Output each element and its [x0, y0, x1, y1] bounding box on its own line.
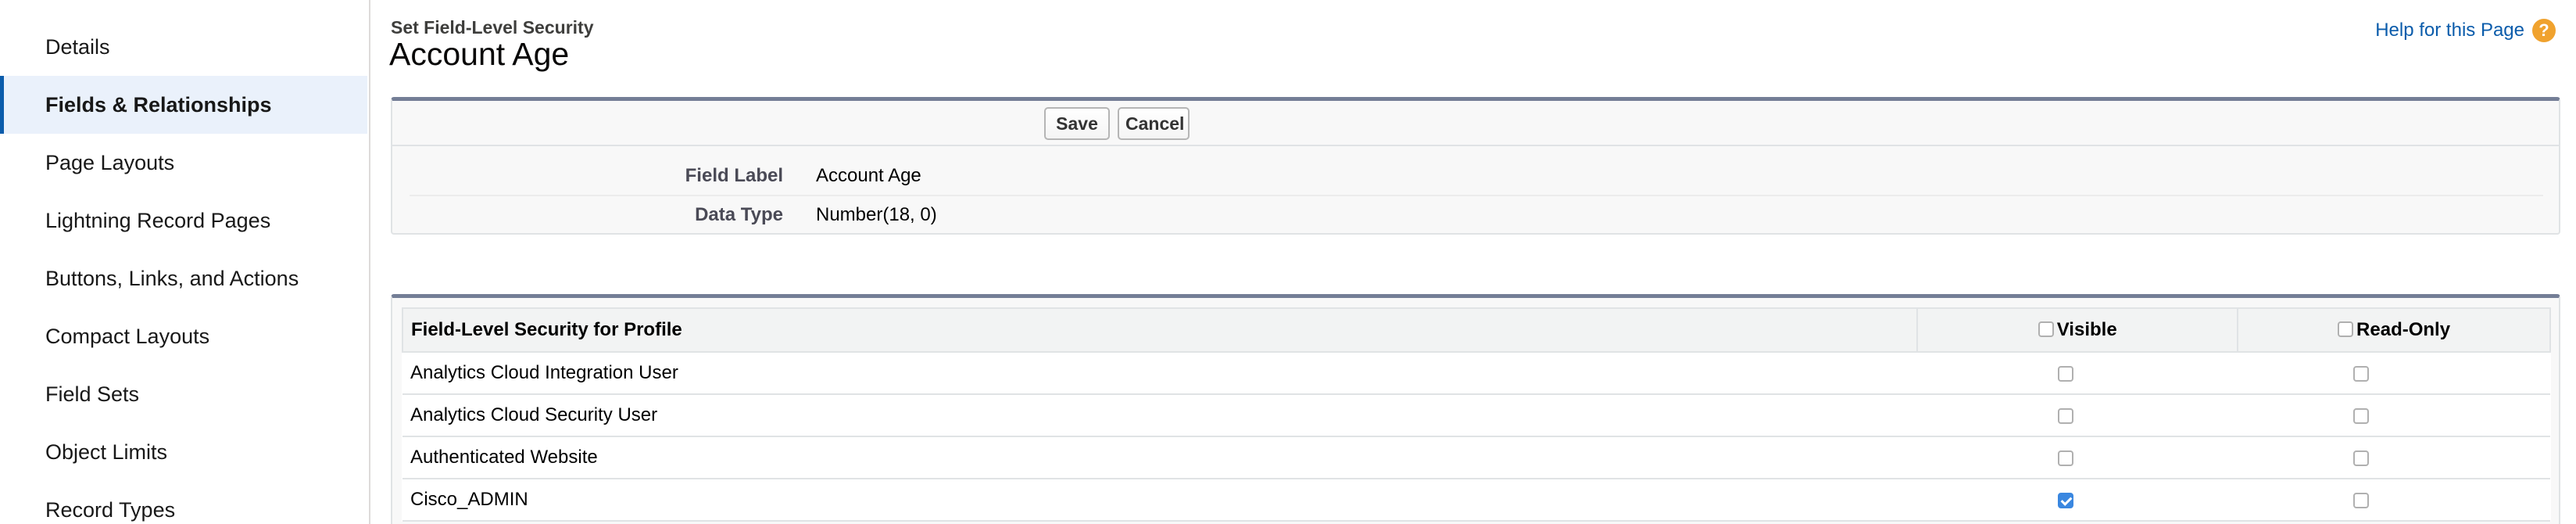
sidebar-item-label: Buttons, Links, and Actions: [45, 266, 299, 290]
sidebar-item-lightning-record-pages[interactable]: Lightning Record Pages: [0, 192, 367, 249]
table-row: Analytics Cloud Integration User: [402, 351, 2550, 395]
visible-column-header: Visible: [1916, 307, 2239, 353]
object-manager-sidebar: Details Fields & Relationships Page Layo…: [0, 0, 370, 524]
read-only-cell: [2238, 478, 2550, 522]
sidebar-item-label: Field Sets: [45, 382, 140, 406]
button-row: Save Cancel: [392, 101, 2559, 146]
read-only-checkbox[interactable]: [2353, 365, 2369, 382]
field-label-row: Field Label Account Age: [410, 156, 2543, 196]
main-content: Set Field-Level Security Account Age Hel…: [370, 0, 2576, 524]
visible-column-label: Visible: [2056, 319, 2117, 340]
read-only-cell: [2238, 436, 2550, 479]
sidebar-item-fields-relationships[interactable]: Fields & Relationships: [0, 76, 367, 134]
sidebar-item-label: Compact Layouts: [45, 324, 210, 348]
table-row: Analytics Cloud Security User: [402, 393, 2550, 437]
sidebar-item-buttons-links-actions[interactable]: Buttons, Links, and Actions: [0, 249, 367, 307]
read-only-checkbox[interactable]: [2353, 450, 2369, 466]
page-title: Account Age: [389, 36, 570, 72]
sidebar-item-label: Details: [45, 34, 110, 59]
sidebar-item-record-types[interactable]: Record Types: [0, 481, 367, 524]
table-row: Authenticated Website: [402, 436, 2550, 479]
read-only-cell: [2238, 393, 2550, 437]
read-only-checkbox[interactable]: [2353, 492, 2369, 508]
field-level-security-table: Field-Level Security for Profile Visible…: [401, 307, 2551, 522]
profile-name: Cisco_ADMIN: [402, 478, 1918, 522]
read-only-checkbox[interactable]: [2353, 407, 2369, 424]
sidebar-item-object-limits[interactable]: Object Limits: [0, 423, 367, 481]
visible-cell: [1917, 478, 2238, 522]
help-link-label: Help for this Page: [2375, 20, 2524, 41]
read-only-column-header: Read-Only: [2237, 307, 2551, 353]
visible-checkbox[interactable]: [2058, 492, 2074, 508]
table-header-row: Field-Level Security for Profile Visible…: [401, 307, 2551, 353]
visible-checkbox[interactable]: [2058, 450, 2074, 466]
sidebar-item-field-sets[interactable]: Field Sets: [0, 365, 367, 423]
sidebar-item-label: Object Limits: [45, 440, 168, 464]
field-label-caption: Field Label: [685, 165, 783, 186]
sidebar-item-label: Fields & Relationships: [45, 92, 272, 117]
field-level-security-section: Field-Level Security for Profile Visible…: [391, 294, 2560, 524]
profile-name: Analytics Cloud Security User: [402, 393, 1918, 437]
profile-name: Authenticated Website: [402, 436, 1918, 479]
question-icon: ?: [2532, 19, 2556, 42]
select-all-read-only-checkbox[interactable]: [2338, 321, 2354, 337]
read-only-column-label: Read-Only: [2356, 319, 2451, 340]
profile-column-header: Field-Level Security for Profile: [401, 307, 1919, 353]
page-breadcrumb: Set Field-Level Security: [391, 17, 594, 38]
read-only-cell: [2238, 351, 2550, 395]
table-row: Cisco_ADMIN: [402, 478, 2550, 522]
sidebar-item-details[interactable]: Details: [0, 18, 367, 76]
cancel-button[interactable]: Cancel: [1118, 107, 1190, 140]
sidebar-item-label: Page Layouts: [45, 150, 175, 174]
visible-cell: [1917, 436, 2238, 479]
visible-cell: [1917, 351, 2238, 395]
data-type-caption: Data Type: [695, 204, 783, 225]
visible-cell: [1917, 393, 2238, 437]
profile-name: Analytics Cloud Integration User: [402, 351, 1918, 395]
field-label-value: Account Age: [816, 165, 921, 186]
data-type-value: Number(18, 0): [816, 204, 937, 225]
data-type-row: Data Type Number(18, 0): [410, 195, 2543, 234]
sidebar-item-label: Record Types: [45, 497, 176, 522]
field-detail-section: Save Cancel Field Label Account Age Data…: [391, 97, 2560, 235]
visible-checkbox[interactable]: [2058, 365, 2074, 382]
help-link[interactable]: Help for this Page ?: [2375, 19, 2556, 42]
sidebar-item-compact-layouts[interactable]: Compact Layouts: [0, 307, 367, 365]
sidebar-item-label: Lightning Record Pages: [45, 208, 271, 232]
sidebar-item-page-layouts[interactable]: Page Layouts: [0, 134, 367, 192]
save-button[interactable]: Save: [1044, 107, 1110, 140]
app-root: Details Fields & Relationships Page Layo…: [0, 0, 2576, 524]
visible-checkbox[interactable]: [2058, 407, 2074, 424]
select-all-visible-checkbox[interactable]: [2038, 321, 2054, 337]
